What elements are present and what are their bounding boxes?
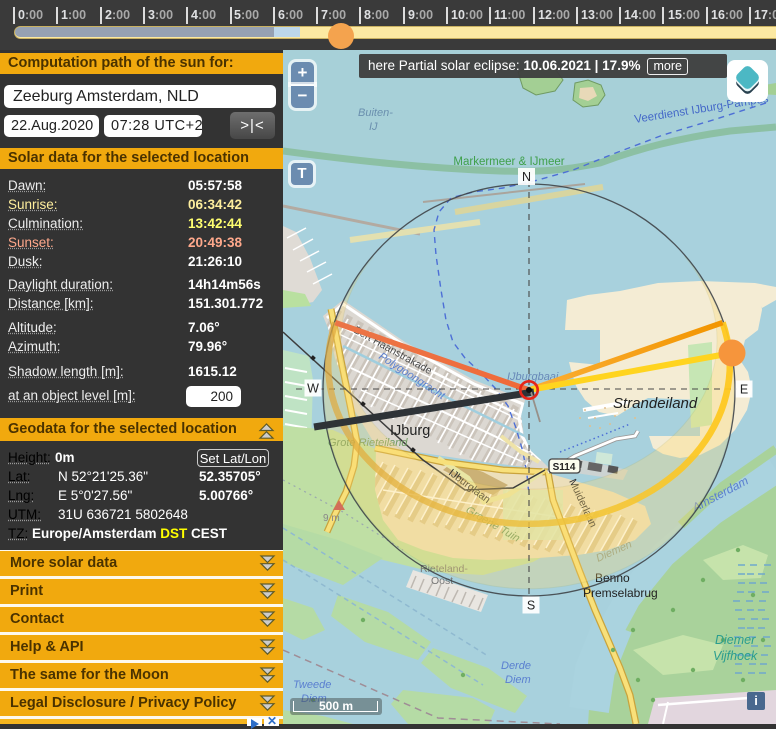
svg-text:IJ: IJ xyxy=(369,121,378,133)
svg-text:Diemer: Diemer xyxy=(715,633,756,647)
svg-text:Markermeer & IJmeer: Markermeer & IJmeer xyxy=(453,156,564,168)
svg-text:9 m: 9 m xyxy=(323,513,340,524)
svg-text:E: E xyxy=(740,383,748,397)
svg-text:Premselabrug: Premselabrug xyxy=(583,586,658,600)
svg-text:Diem: Diem xyxy=(505,674,531,686)
svg-text:Derde: Derde xyxy=(501,660,531,672)
svg-text:Tweede: Tweede xyxy=(293,679,331,691)
svg-text:W: W xyxy=(307,382,319,396)
svg-text:Strandeiland: Strandeiland xyxy=(613,395,698,412)
svg-text:S114: S114 xyxy=(553,462,576,473)
svg-text:N: N xyxy=(522,170,531,184)
svg-text:Vijfhoek: Vijfhoek xyxy=(713,649,758,663)
svg-text:Buiten-: Buiten- xyxy=(358,107,393,119)
svg-text:S: S xyxy=(527,599,535,613)
